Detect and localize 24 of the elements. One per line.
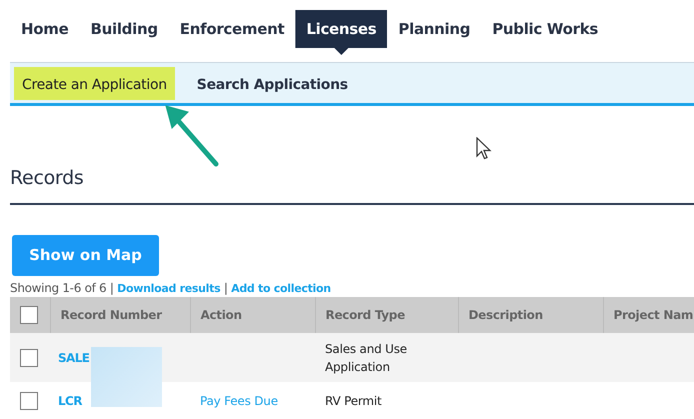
table-cell: RV Permit <box>315 382 458 419</box>
column-header: Description <box>458 297 603 333</box>
redaction-overlay <box>91 347 162 407</box>
column-header: Action <box>190 297 315 333</box>
column-header: Record Number <box>50 297 190 333</box>
row-checkbox[interactable] <box>20 348 38 366</box>
sub-nav-link[interactable]: Search Applications <box>188 67 356 100</box>
nav-tab[interactable]: Planning <box>387 10 482 48</box>
select-all-checkbox[interactable] <box>20 306 38 324</box>
nav-tab[interactable]: Building <box>79 10 169 48</box>
sub-nav-link[interactable]: Create an Application <box>14 67 175 100</box>
table-cell: Sales and Use Application <box>315 333 458 382</box>
separator: | <box>110 280 114 294</box>
nav-tab[interactable]: Home <box>10 10 80 48</box>
row-checkbox[interactable] <box>20 392 38 410</box>
nav-tab[interactable]: Enforcement <box>168 10 296 48</box>
section-title: Records <box>10 166 84 191</box>
separator: | <box>224 280 228 294</box>
column-header: Record Type <box>315 297 458 333</box>
nav-tab[interactable]: Licenses <box>295 10 388 55</box>
column-header: Project Nam <box>603 297 694 333</box>
cursor-icon <box>476 137 492 161</box>
nav-tab[interactable]: Public Works <box>481 10 610 48</box>
results-summary: Showing 1-6 of 6 <box>10 280 106 294</box>
